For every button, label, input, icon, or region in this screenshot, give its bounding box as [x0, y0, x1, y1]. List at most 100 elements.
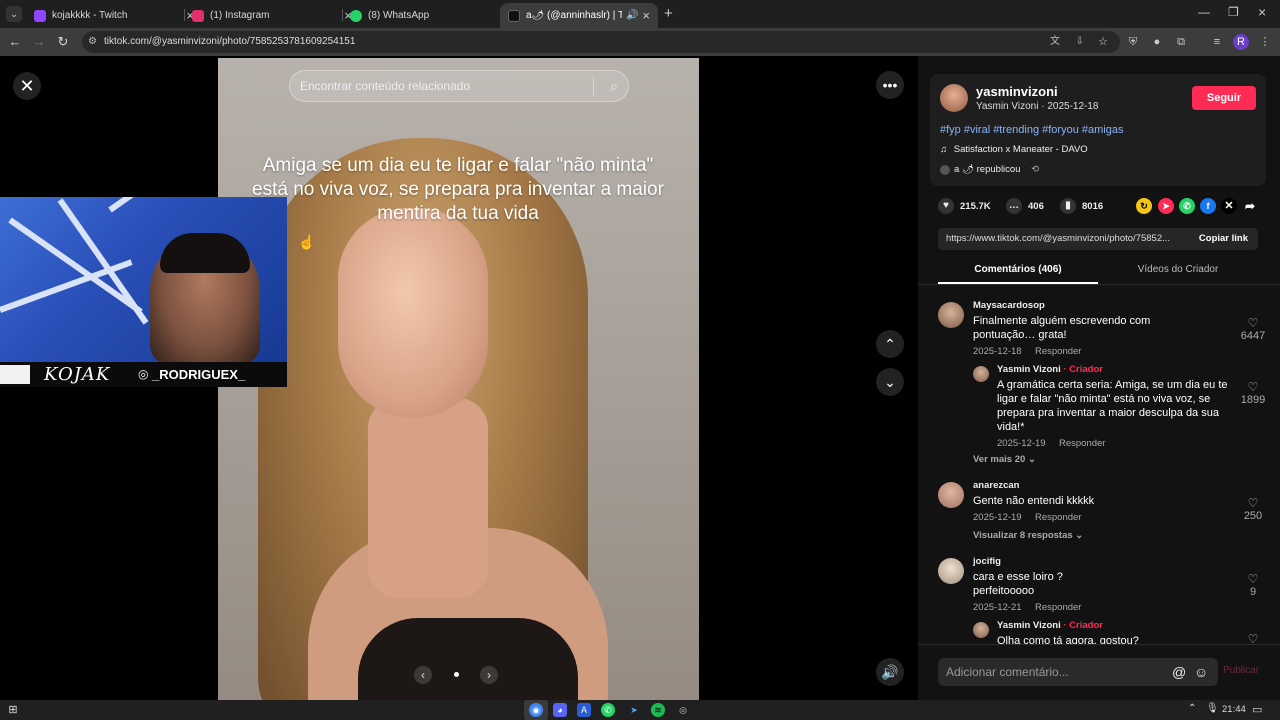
- discord-icon[interactable]: ◕: [553, 703, 567, 717]
- view-replies[interactable]: Visualizar 8 respostas ⌄: [973, 530, 1083, 541]
- more-share-icon[interactable]: ➦: [1242, 198, 1258, 214]
- restore-icon[interactable]: ❐: [1228, 5, 1239, 19]
- send-share-icon[interactable]: ➤: [1158, 198, 1174, 214]
- comment-like[interactable]: ♡ 9: [1238, 572, 1268, 598]
- close-viewer-button[interactable]: ✕: [13, 72, 41, 100]
- music-line[interactable]: ♫ Satisfaction x Maneater - DAVO: [940, 144, 1088, 155]
- commenter-name[interactable]: anarezcan: [973, 480, 1019, 491]
- tab-whatsapp[interactable]: (8) WhatsApp ×: [342, 3, 518, 28]
- publish-button[interactable]: Publicar: [1223, 665, 1259, 676]
- back-icon[interactable]: ←: [6, 33, 24, 51]
- comment-input[interactable]: Adicionar comentário... @ ☺: [938, 658, 1218, 686]
- whatsapp-icon[interactable]: ✆: [601, 703, 615, 717]
- spotify-icon[interactable]: ≋: [651, 703, 665, 717]
- follow-button[interactable]: Seguir: [1192, 86, 1256, 110]
- commenter-avatar[interactable]: [938, 302, 964, 328]
- creator-avatar[interactable]: [973, 622, 989, 638]
- next-post-button[interactable]: ⌄: [876, 368, 904, 396]
- reply-like[interactable]: ♡ 1899: [1238, 380, 1268, 406]
- clock[interactable]: 21:44: [1222, 704, 1246, 715]
- reply-button[interactable]: Responder: [1059, 438, 1105, 449]
- app-circle-icon[interactable]: ◎: [676, 703, 690, 717]
- media-icon[interactable]: ≡: [1209, 34, 1225, 50]
- tab-twitch[interactable]: kojakkkk - Twitch ×: [26, 3, 202, 28]
- commenter-name[interactable]: jocifig: [973, 556, 1001, 567]
- comment-action[interactable]: … 406: [1006, 198, 1044, 214]
- whatsapp-share-icon[interactable]: ✆: [1179, 198, 1195, 214]
- previous-post-button[interactable]: ⌃: [876, 330, 904, 358]
- tab-search-icon[interactable]: ⌄: [6, 6, 22, 22]
- reload-icon[interactable]: ↻: [54, 33, 72, 51]
- notification-icon[interactable]: ▭: [1252, 703, 1262, 716]
- speaker-icon[interactable]: 🔊: [626, 10, 638, 21]
- next-slide-icon[interactable]: ›: [480, 666, 498, 684]
- mention-icon[interactable]: @: [1172, 658, 1186, 686]
- forward-icon[interactable]: →: [30, 33, 48, 51]
- commenter-avatar[interactable]: [938, 558, 964, 584]
- profile-avatar[interactable]: R: [1233, 34, 1249, 50]
- reply-button[interactable]: Responder: [1035, 512, 1081, 523]
- banner-block: [0, 365, 30, 384]
- author-username[interactable]: yasminvizoni: [976, 84, 1058, 99]
- app-arrow-icon[interactable]: ➤: [627, 703, 641, 717]
- new-tab-icon[interactable]: +: [664, 5, 673, 22]
- wall-stripe: [108, 197, 178, 213]
- reply-item: Yasmin Vizoni · Criador Olha como tá ago…: [938, 620, 1268, 644]
- like-action[interactable]: ♥ 215.7K: [938, 198, 991, 214]
- hashtags[interactable]: #fyp #viral #trending #foryou #amigas: [940, 124, 1123, 136]
- creator-avatar[interactable]: [973, 366, 989, 382]
- tab-tiktok[interactable]: a🌶 (@anninhaslr) | TikTok 🔊 ×: [500, 3, 658, 28]
- comment-like[interactable]: ♡ 250: [1238, 496, 1268, 522]
- reply-author[interactable]: Yasmin Vizoni · Criador: [997, 364, 1103, 375]
- volume-button[interactable]: 🔊: [876, 658, 904, 686]
- photo-post[interactable]: Encontrar conteúdo relacionado ⌕ Amiga s…: [218, 58, 699, 700]
- x-share-icon[interactable]: ✕: [1221, 198, 1237, 214]
- commenter-avatar[interactable]: [938, 482, 964, 508]
- microphone-icon[interactable]: 🎙: [1206, 703, 1219, 714]
- commenter-name[interactable]: Maysacardosop: [973, 300, 1045, 311]
- reply-button[interactable]: Responder: [1035, 346, 1081, 357]
- close-icon[interactable]: ×: [642, 8, 650, 23]
- tab-creator-videos[interactable]: Vídeos do Criador: [1098, 264, 1258, 275]
- translate-icon[interactable]: 文: [1050, 31, 1060, 53]
- facebook-share-icon[interactable]: f: [1200, 198, 1216, 214]
- reply-button[interactable]: Responder: [1035, 602, 1081, 613]
- comment-like[interactable]: ♡ 6447: [1238, 316, 1268, 342]
- close-window-icon[interactable]: ×: [1258, 4, 1266, 20]
- windows-start-icon[interactable]: ⊞: [6, 703, 20, 717]
- prev-slide-icon[interactable]: ‹: [414, 666, 432, 684]
- comment-text: cara e esse loiro ? perfeitooooo: [973, 571, 1063, 597]
- tab-instagram[interactable]: (1) Instagram ×: [184, 3, 360, 28]
- post-link-text: https://www.tiktok.com/@yasminvizoni/pho…: [946, 233, 1171, 244]
- shield-icon[interactable]: ⛨: [1125, 34, 1141, 50]
- emoji-icon[interactable]: ☺: [1194, 658, 1208, 686]
- comment-placeholder: Adicionar comentário...: [946, 665, 1069, 679]
- extensions-icon[interactable]: ⧉: [1173, 34, 1189, 50]
- search-icon[interactable]: ⌕: [610, 71, 618, 101]
- reply-author[interactable]: Yasmin Vizoni · Criador: [997, 620, 1103, 631]
- repost-user[interactable]: a: [954, 164, 959, 175]
- install-icon[interactable]: ⇩: [1076, 31, 1084, 53]
- view-more-replies[interactable]: Ver mais 20 ⌄: [973, 454, 1036, 465]
- site-info-icon[interactable]: ⚙: [88, 31, 97, 53]
- more-options-button[interactable]: •••: [876, 71, 904, 99]
- extension-circle-icon[interactable]: ●: [1149, 34, 1165, 50]
- reply-like[interactable]: ♡: [1238, 632, 1268, 644]
- save-action[interactable]: ▮ 8016: [1060, 198, 1103, 214]
- post-link-field[interactable]: https://www.tiktok.com/@yasminvizoni/pho…: [938, 228, 1258, 250]
- minimize-icon[interactable]: —: [1198, 5, 1210, 19]
- browser-toolbar: ← → ↻ ⚙ tiktok.com/@yasminvizoni/photo/7…: [0, 28, 1280, 56]
- copy-link-button[interactable]: Copiar link: [1199, 228, 1248, 250]
- app-a-icon[interactable]: A: [577, 703, 591, 717]
- bookmark-star-icon[interactable]: ☆: [1098, 31, 1108, 53]
- tray-chevron-icon[interactable]: ⌃: [1188, 703, 1196, 714]
- address-field[interactable]: ⚙ tiktok.com/@yasminvizoni/photo/7585253…: [82, 31, 1120, 53]
- chrome-icon[interactable]: ◉: [529, 703, 543, 717]
- repost-share-icon[interactable]: ↻: [1136, 198, 1152, 214]
- webcam-banner: KOJAK ◎ _RODRIGUEX_: [0, 362, 287, 387]
- related-search-input[interactable]: Encontrar conteúdo relacionado ⌕: [289, 70, 629, 102]
- menu-icon[interactable]: ⋮: [1257, 34, 1273, 50]
- tab-comments[interactable]: Comentários (406): [938, 264, 1098, 275]
- carousel-dot[interactable]: [454, 672, 459, 677]
- author-avatar[interactable]: [940, 84, 968, 112]
